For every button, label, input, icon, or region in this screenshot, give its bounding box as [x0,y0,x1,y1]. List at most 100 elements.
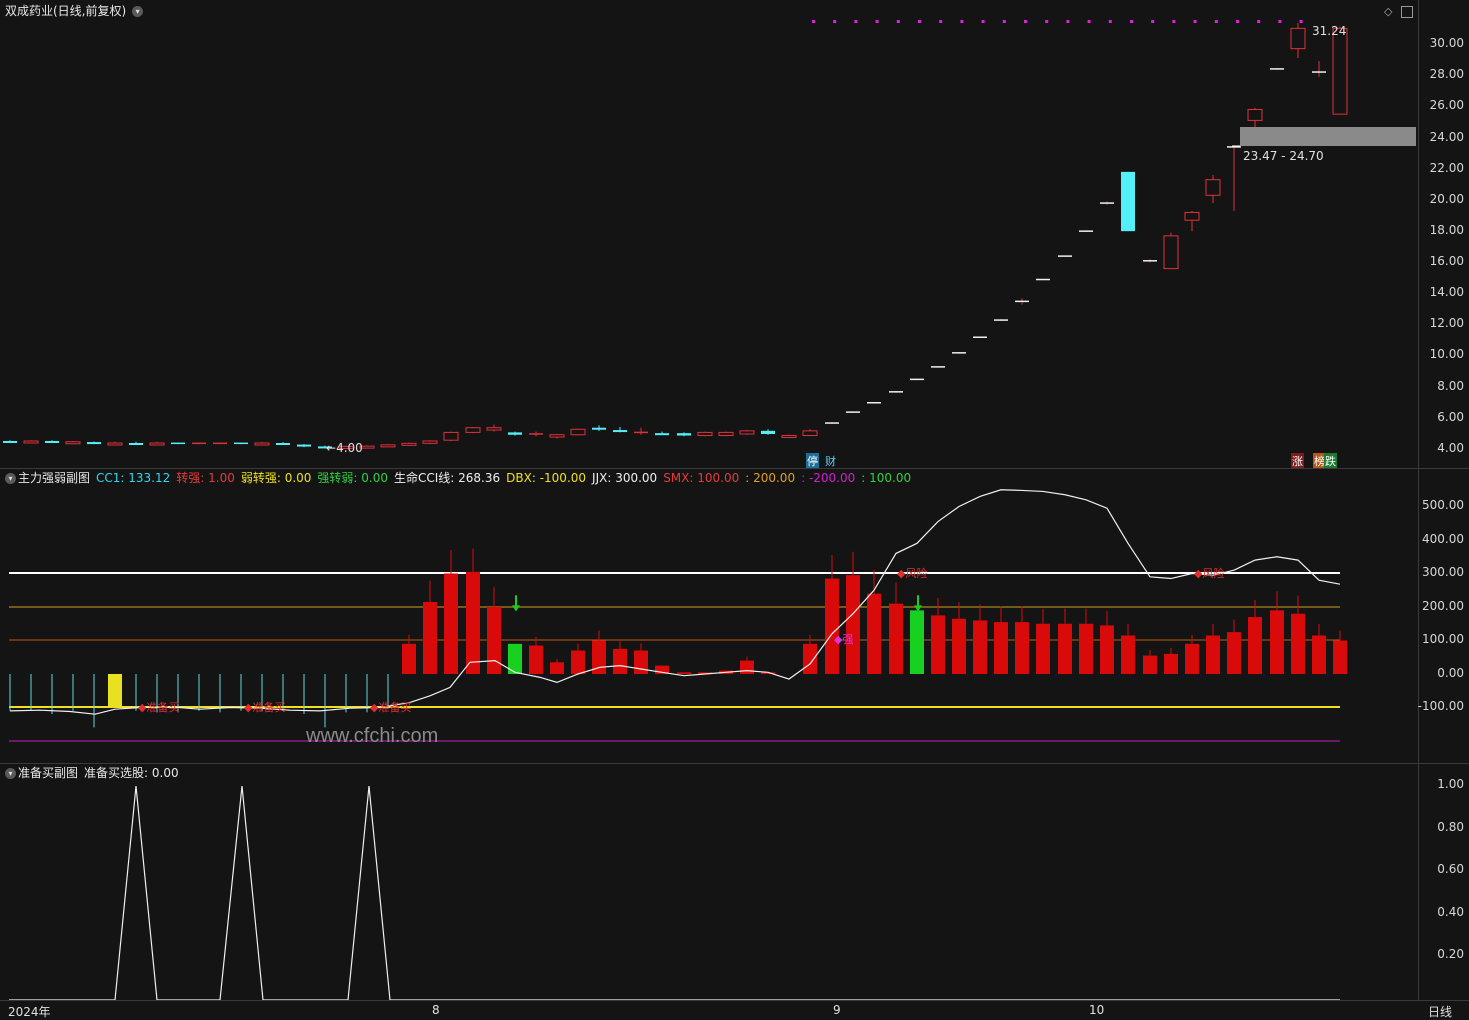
x-label-aug: 8 [432,1003,440,1017]
candle [107,441,123,446]
candle [171,442,185,445]
candle [1227,145,1241,211]
x-label-year: 2024年 [8,1005,51,1019]
candle [529,431,543,437]
limit-up-dot [1236,20,1239,23]
candle [781,434,797,439]
candle [380,444,396,448]
candle [1332,26,1348,115]
candle [952,352,966,354]
cci-bar [1121,635,1135,674]
candle [45,440,59,443]
y-tick: 300.00 [1422,565,1464,579]
watermark: www.cfchi.com [306,725,439,747]
candle [1205,175,1221,204]
candle [825,422,839,424]
candle [508,431,522,436]
candle [634,427,648,435]
signal-label-risk: ◆风险 [1194,567,1225,580]
candle [655,431,669,436]
cci-bar [466,571,480,674]
candle [1290,23,1306,58]
candle [486,424,502,432]
candle [677,432,691,437]
cci-bar [889,603,903,674]
down-arrow-icon [512,595,520,612]
y-tick: 6.00 [1437,410,1464,424]
candle [761,429,775,435]
candle [192,442,206,445]
y-tick: 0.80 [1437,820,1464,834]
cci-bar [1143,655,1157,674]
candle [1143,259,1157,263]
signal-label-prep-buy: ◆准备买 [244,701,286,714]
limit-up-dot [1193,20,1197,23]
candle [1270,68,1284,70]
cci-bar [423,601,437,674]
candle [592,425,606,431]
cci-bar [487,607,501,674]
event-tag-finance[interactable]: 财 [825,453,836,469]
candle [867,401,881,404]
limit-up-dot [1130,20,1133,23]
y-tick: 10.00 [1429,347,1464,361]
y-tick: 0.40 [1437,905,1464,919]
cci-bar [613,648,627,674]
y-tick: 0.20 [1437,947,1464,961]
tag-limit-up[interactable]: 涨 [1291,453,1304,469]
candle [910,378,924,381]
event-tag-halt[interactable]: 停 [806,453,819,469]
high-price-label: 31.24 [1312,24,1347,38]
candle [994,319,1008,321]
tag-limit-down[interactable]: 跌 [1324,453,1337,469]
down-arrow-icon [914,595,922,612]
cci-bar [1036,623,1050,674]
candle [234,442,248,445]
candle [1058,255,1072,257]
cci-bar [740,660,754,674]
candle [739,430,755,435]
cci-bar [1291,613,1305,674]
limit-up-dot [875,20,879,23]
y-tick: 400.00 [1422,532,1464,546]
cci-bar [1058,623,1072,674]
candle [1079,230,1093,232]
candle [1312,61,1326,77]
cci-bar [634,650,648,674]
limit-up-dot [1045,20,1049,23]
y-tick: 22.00 [1429,161,1464,175]
candle [23,440,39,444]
limit-up-dot [812,20,815,23]
main-price-panel: 双成药业(日线,前复权) ▾ ◇ 31.24 ←4.00 23.47 - 24.7… [0,0,1469,469]
y-tick: 200.00 [1422,599,1464,613]
candle [549,433,565,439]
candle [213,442,227,445]
limit-up-dot [1066,20,1070,23]
cci-bar [952,618,966,674]
y-tick: -100.00 [1417,699,1464,713]
cci-bar [1206,635,1220,674]
cci-bar [846,575,860,674]
candle [718,431,734,437]
period-selector[interactable]: 日线 [1428,1003,1452,1020]
signal-label-prep-buy: ◆准备买 [370,701,412,714]
range-label: 23.47 - 24.70 [1243,149,1324,163]
cci-bar [994,622,1008,674]
y-tick: 1.00 [1437,777,1464,791]
y-tick: 18.00 [1429,223,1464,237]
y-tick: 20.00 [1429,192,1464,206]
candle [465,426,481,434]
candle [1100,201,1114,205]
cci-bar [1270,610,1284,674]
limit-up-dot [1278,20,1282,23]
candle [802,429,818,437]
prep-buy-chart [9,785,1340,1000]
y-tick: 30.00 [1429,36,1464,50]
y-tick: 4.00 [1437,441,1464,455]
candle [149,441,165,446]
cci-bar [867,593,881,674]
signal-label-prep-buy: ◆准备买 [138,701,180,714]
x-label-sep: 9 [833,1003,841,1017]
candle [1121,171,1135,232]
x-label-oct: 10 [1089,1003,1105,1017]
